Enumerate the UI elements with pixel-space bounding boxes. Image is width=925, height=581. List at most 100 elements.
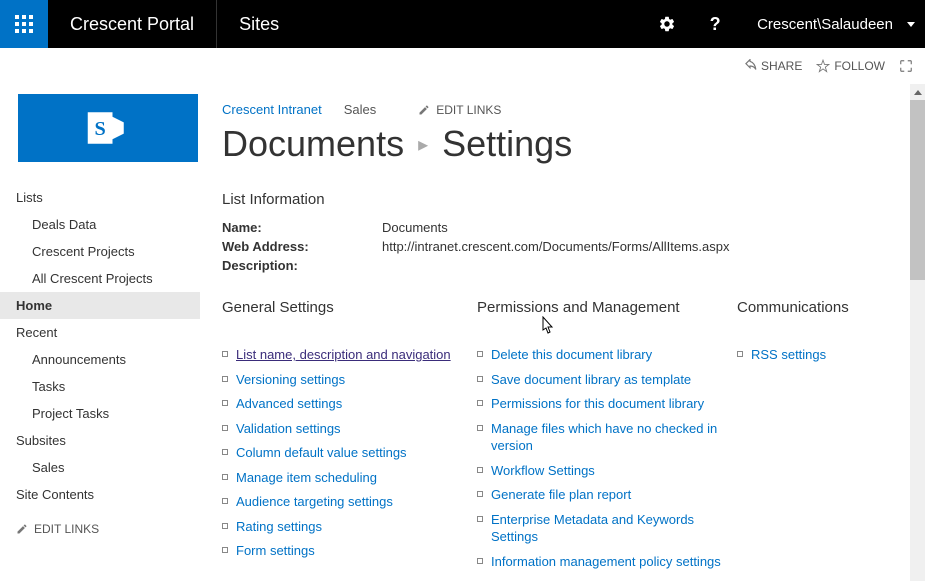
link-column-default[interactable]: Column default value settings — [236, 444, 407, 462]
settings-button[interactable] — [643, 0, 691, 48]
settings-columns: General Settings List name, description … — [222, 299, 901, 577]
pencil-icon — [16, 523, 28, 535]
pencil-icon — [418, 104, 430, 116]
focus-button[interactable] — [899, 59, 913, 73]
suite-bar: Crescent Portal Sites ? Crescent\Salaude… — [0, 0, 925, 48]
permissions-list: Delete this document library Save docume… — [477, 346, 727, 570]
bullet-icon — [477, 516, 483, 522]
link-advanced[interactable]: Advanced settings — [236, 395, 342, 413]
nav-item-deals-data[interactable]: Deals Data — [0, 211, 200, 238]
share-icon — [743, 59, 757, 73]
nav-site-contents[interactable]: Site Contents — [0, 481, 200, 508]
link-workflow[interactable]: Workflow Settings — [491, 462, 595, 480]
link-permissions[interactable]: Permissions for this document library — [491, 395, 704, 413]
bullet-icon — [477, 351, 483, 357]
info-desc-label: Description: — [222, 258, 382, 273]
link-rating[interactable]: Rating settings — [236, 518, 322, 536]
nav-heading-subsites[interactable]: Subsites — [0, 427, 200, 454]
link-enterprise-metadata[interactable]: Enterprise Metadata and Keywords Setting… — [491, 511, 727, 546]
main-content: Crescent Intranet Sales EDIT LINKS Docum… — [200, 84, 925, 581]
bullet-icon — [477, 376, 483, 382]
communications-list: RSS settings — [737, 346, 917, 364]
info-name-label: Name: — [222, 220, 382, 235]
page-title: Documents ▸ Settings — [222, 123, 901, 165]
info-row-web: Web Address: http://intranet.crescent.co… — [222, 239, 901, 254]
nav-section-lists: Lists Deals Data Crescent Projects All C… — [0, 184, 200, 292]
col-communications: Communications RSS settings — [737, 299, 917, 577]
nav-item-tasks[interactable]: Tasks — [0, 373, 200, 400]
link-rss[interactable]: RSS settings — [751, 346, 826, 364]
info-name-value: Documents — [382, 220, 448, 235]
edit-links-sidebar[interactable]: EDIT LINKS — [0, 508, 200, 550]
info-row-desc: Description: — [222, 258, 901, 273]
bullet-icon — [737, 351, 743, 357]
promoted-actions: SHARE FOLLOW — [0, 48, 925, 84]
nav-item-crescent-projects[interactable]: Crescent Projects — [0, 238, 200, 265]
left-nav: S Lists Deals Data Crescent Projects All… — [0, 84, 200, 581]
link-delete-library[interactable]: Delete this document library — [491, 346, 652, 364]
nav-sites[interactable]: Sites — [217, 0, 301, 48]
gear-icon — [658, 15, 676, 33]
page-body: S Lists Deals Data Crescent Projects All… — [0, 84, 925, 581]
col-general-heading: General Settings — [222, 299, 467, 316]
link-versioning[interactable]: Versioning settings — [236, 371, 345, 389]
page-title-library: Documents — [222, 123, 404, 165]
nav-section-subsites: Subsites Sales — [0, 427, 200, 481]
edit-links-top[interactable]: EDIT LINKS — [418, 103, 501, 117]
bullet-icon — [222, 400, 228, 406]
link-audience-targeting[interactable]: Audience targeting settings — [236, 493, 393, 511]
sharepoint-icon: S — [81, 101, 135, 155]
link-info-policy[interactable]: Information management policy settings — [491, 553, 721, 571]
bullet-icon — [477, 558, 483, 564]
link-item-scheduling[interactable]: Manage item scheduling — [236, 469, 377, 487]
page-title-page: Settings — [442, 123, 572, 165]
bullet-icon — [477, 491, 483, 497]
breadcrumb-root[interactable]: Crescent Intranet — [222, 102, 322, 117]
bullet-icon — [222, 425, 228, 431]
info-web-label: Web Address: — [222, 239, 382, 254]
list-info-heading: List Information — [222, 191, 901, 208]
link-save-template[interactable]: Save document library as template — [491, 371, 691, 389]
nav-item-sales[interactable]: Sales — [0, 454, 200, 481]
nav-home[interactable]: Home — [0, 292, 200, 319]
chevron-right-icon: ▸ — [418, 132, 428, 157]
share-label: SHARE — [761, 59, 802, 73]
bullet-icon — [222, 498, 228, 504]
site-logo[interactable]: S — [18, 94, 198, 162]
link-validation[interactable]: Validation settings — [236, 420, 341, 438]
nav-section-recent: Recent Announcements Tasks Project Tasks — [0, 319, 200, 427]
follow-button[interactable]: FOLLOW — [816, 59, 885, 73]
link-form[interactable]: Form settings — [236, 542, 315, 560]
scroll-thumb[interactable] — [910, 100, 925, 280]
follow-label: FOLLOW — [834, 59, 885, 73]
bullet-icon — [477, 425, 483, 431]
share-button[interactable]: SHARE — [743, 59, 802, 73]
col-permissions-heading: Permissions and Management — [477, 299, 727, 316]
col-permissions: Permissions and Management Delete this d… — [477, 299, 727, 577]
breadcrumb: Crescent Intranet Sales EDIT LINKS — [222, 102, 901, 117]
info-row-name: Name: Documents — [222, 220, 901, 235]
help-button[interactable]: ? — [691, 0, 739, 48]
link-file-plan[interactable]: Generate file plan report — [491, 486, 631, 504]
bullet-icon — [477, 400, 483, 406]
bullet-icon — [222, 474, 228, 480]
bullet-icon — [477, 467, 483, 473]
nav-item-all-crescent-projects[interactable]: All Crescent Projects — [0, 265, 200, 292]
nav-item-announcements[interactable]: Announcements — [0, 346, 200, 373]
link-list-name-desc-nav[interactable]: List name, description and navigation — [236, 346, 451, 364]
bullet-icon — [222, 449, 228, 455]
star-icon — [816, 59, 830, 73]
breadcrumb-sales[interactable]: Sales — [344, 102, 377, 117]
focus-icon — [899, 59, 913, 73]
user-menu[interactable]: Crescent\Salaudeen — [739, 0, 925, 48]
info-web-value: http://intranet.crescent.com/Documents/F… — [382, 239, 730, 254]
scroll-up-button[interactable] — [910, 84, 925, 100]
spacer — [301, 0, 643, 48]
nav-item-project-tasks[interactable]: Project Tasks — [0, 400, 200, 427]
app-launcher[interactable] — [0, 0, 48, 48]
nav-heading-lists[interactable]: Lists — [0, 184, 200, 211]
user-name: Crescent\Salaudeen — [757, 16, 893, 33]
nav-heading-recent[interactable]: Recent — [0, 319, 200, 346]
site-title[interactable]: Crescent Portal — [48, 0, 217, 48]
link-manage-checked-in[interactable]: Manage files which have no checked in ve… — [491, 420, 727, 455]
